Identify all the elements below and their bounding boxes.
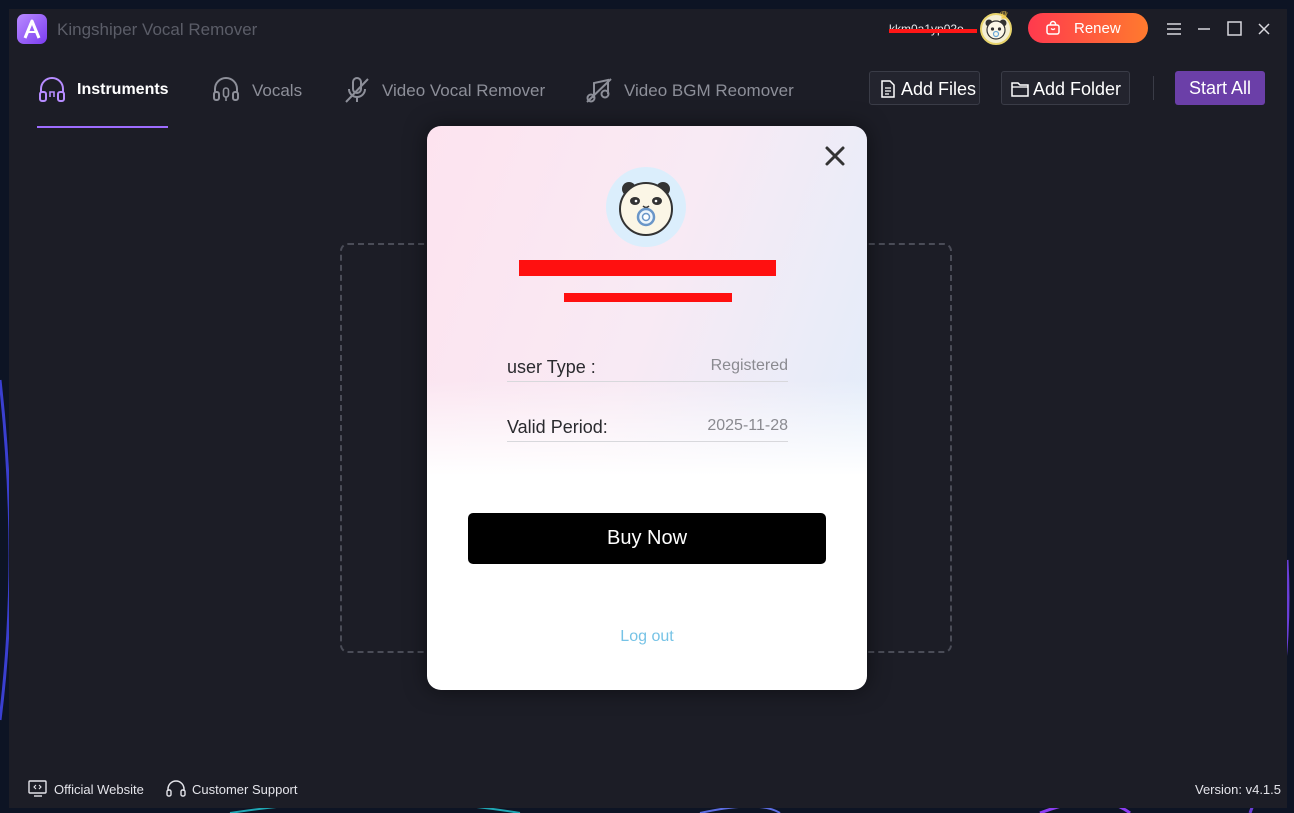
close-window-icon[interactable] xyxy=(1254,19,1274,39)
crown-icon: ♛ xyxy=(999,10,1009,22)
mic-off-icon xyxy=(345,77,369,103)
folder-icon xyxy=(1011,82,1029,97)
add-files-button[interactable]: Add Files xyxy=(869,71,980,105)
app-logo xyxy=(17,14,47,44)
tab-label: Vocals xyxy=(252,81,303,100)
tab-instruments[interactable]: Instruments xyxy=(37,71,172,111)
add-folder-button[interactable]: Add Folder xyxy=(1001,71,1130,105)
redaction-bar xyxy=(889,29,977,33)
user-type-value: Registered xyxy=(710,357,788,374)
user-type-label: user Type : xyxy=(507,357,596,377)
tab-video-bgm-remover[interactable]: Video BGM Reomover xyxy=(584,71,794,111)
minimize-icon[interactable] xyxy=(1194,19,1214,39)
menu-icon[interactable] xyxy=(1164,19,1184,39)
version-label: Version: v4.1.5 xyxy=(1195,782,1281,797)
redacted-username xyxy=(519,260,776,276)
renew-label: Renew xyxy=(1074,20,1121,37)
close-icon[interactable] xyxy=(823,144,847,168)
monitor-icon xyxy=(28,780,47,797)
headphones-icon xyxy=(39,77,65,102)
renew-button[interactable]: Renew xyxy=(1028,13,1148,43)
tab-vocals[interactable]: Vocals xyxy=(211,71,306,111)
headset-mic-icon xyxy=(213,77,239,101)
official-website-label: Official Website xyxy=(54,782,144,797)
customer-support-link[interactable]: Customer Support xyxy=(166,780,306,798)
tab-label: Instruments xyxy=(77,81,169,98)
music-off-icon xyxy=(586,78,612,103)
tab-label: Video BGM Reomover xyxy=(624,81,794,100)
redacted-email xyxy=(564,293,732,302)
toolbar-divider xyxy=(1153,76,1154,100)
app-title: Kingshiper Vocal Remover xyxy=(57,20,258,39)
logout-link[interactable]: Log out xyxy=(427,628,867,646)
tab-label: Video Vocal Remover xyxy=(382,81,546,100)
title-bar: Kingshiper Vocal Remover kkm0a1yp02o... … xyxy=(9,9,1287,49)
user-type-row: user Type : Registered xyxy=(507,349,788,382)
file-icon xyxy=(881,80,895,98)
headset-icon xyxy=(166,780,186,797)
valid-period-row: Valid Period: 2025-11-28 xyxy=(507,409,788,442)
active-tab-indicator xyxy=(37,126,168,128)
maximize-icon[interactable] xyxy=(1224,19,1244,39)
official-website-link[interactable]: Official Website xyxy=(28,780,158,798)
start-all-button[interactable]: Start All xyxy=(1175,71,1265,105)
app-window: Kingshiper Vocal Remover kkm0a1yp02o... … xyxy=(9,9,1287,808)
add-files-label: Add Files xyxy=(901,79,977,99)
customer-support-label: Customer Support xyxy=(192,782,298,797)
valid-period-value: 2025-11-28 xyxy=(707,417,788,434)
buy-now-button[interactable]: Buy Now xyxy=(468,513,826,564)
tab-video-vocal-remover[interactable]: Video Vocal Remover xyxy=(342,71,546,111)
user-avatar-large xyxy=(606,167,686,247)
account-dialog: user Type : Registered Valid Period: 202… xyxy=(427,126,867,690)
shopping-bag-icon xyxy=(1046,20,1060,35)
valid-period-label: Valid Period: xyxy=(507,417,608,437)
add-folder-label: Add Folder xyxy=(1033,79,1122,99)
